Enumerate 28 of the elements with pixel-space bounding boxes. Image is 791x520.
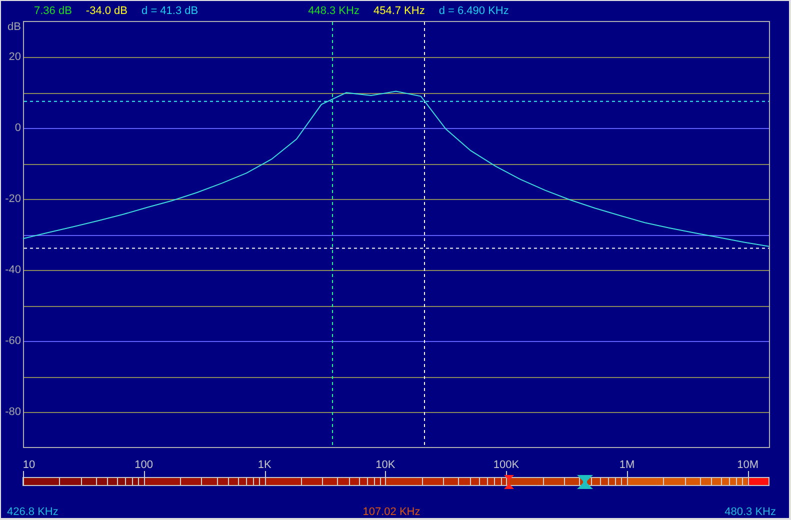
axis-label: -80	[5, 406, 21, 418]
cursor-readout: 454.7 KHz	[373, 5, 425, 17]
axis-label: -20	[5, 192, 21, 204]
cursor-readout: 448.3 KHz	[308, 5, 360, 17]
cursor-readout: d = 41.3 dB	[142, 5, 198, 17]
cursor-line[interactable]	[332, 22, 333, 448]
scale-label: 1K	[258, 459, 272, 471]
marker-icon[interactable]	[504, 475, 514, 489]
axis-label: -60	[5, 334, 21, 346]
scale-label: 1M	[619, 459, 635, 471]
scale-label: 100	[134, 459, 153, 471]
scale-label: 10K	[376, 459, 396, 471]
frequency-label: 107.02 KHz	[362, 506, 420, 518]
axis-unit: dB	[8, 21, 21, 33]
frequency-label: 480.3 KHz	[724, 506, 776, 518]
cursor-readout: d = 6.490 KHz	[438, 5, 509, 17]
marker-icon[interactable]	[577, 475, 593, 489]
cursor-line[interactable]	[24, 100, 770, 102]
scale-label: 10M	[737, 459, 758, 471]
frequency-scale-bar[interactable]	[22, 470, 770, 486]
cursor-readout: -34.0 dB	[86, 5, 128, 17]
frequency-label: 426.8 KHz	[7, 506, 58, 518]
axis-label: 0	[14, 122, 21, 134]
cursor-readout: 7.36 dB	[34, 5, 72, 17]
axis-label: 20	[8, 50, 21, 62]
scale-label: 100K	[493, 459, 520, 471]
scale-label: 10	[22, 459, 36, 471]
axis-label: -40	[5, 264, 21, 276]
